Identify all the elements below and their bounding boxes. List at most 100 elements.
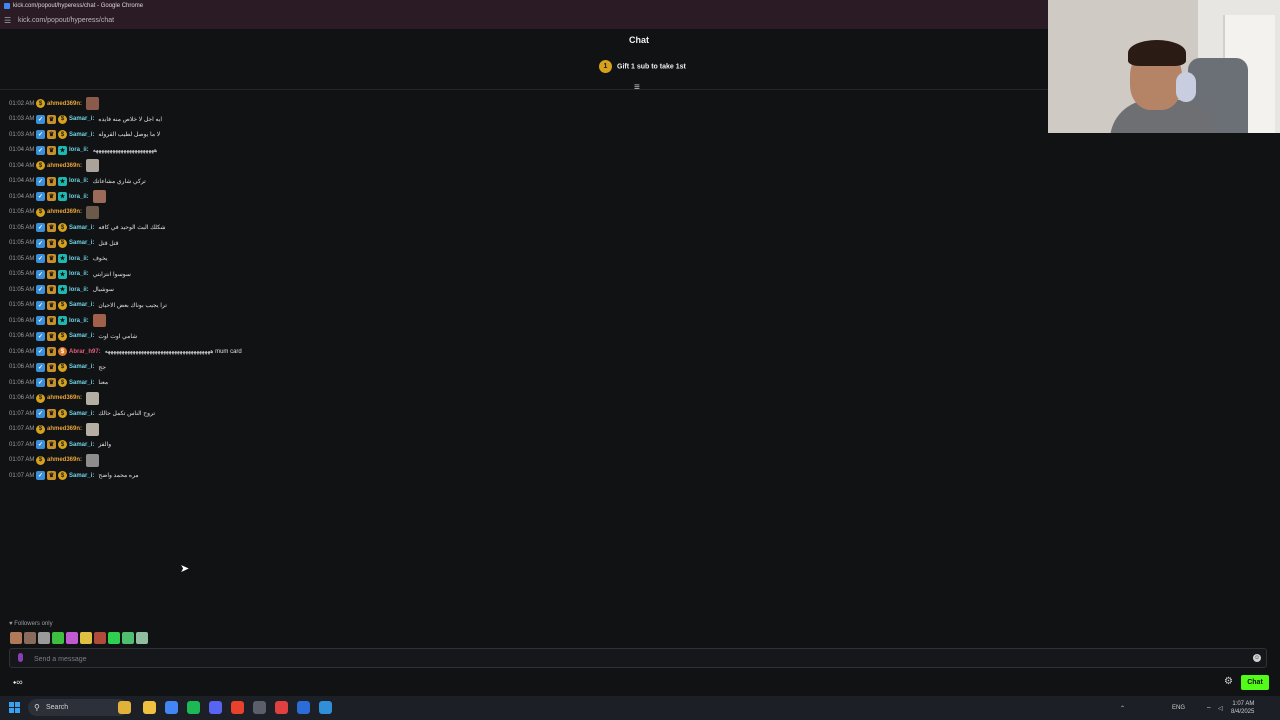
- sub-badge-icon[interactable]: $: [58, 223, 67, 233]
- verified-badge-icon[interactable]: ✓: [36, 130, 45, 140]
- gift-badge-icon[interactable]: ★: [58, 254, 67, 264]
- language-indicator[interactable]: ENG: [1172, 705, 1185, 711]
- crown-badge-icon[interactable]: ♛: [47, 331, 56, 341]
- verified-badge-icon[interactable]: ✓: [36, 223, 45, 233]
- sub-badge-icon[interactable]: $: [36, 161, 45, 171]
- chat-input-box[interactable]: ☺: [9, 648, 1267, 668]
- sub-badge-icon[interactable]: $: [58, 471, 67, 481]
- quick-emote-icon[interactable]: [94, 632, 106, 644]
- crown-badge-icon[interactable]: ♛: [47, 471, 56, 481]
- verified-badge-icon[interactable]: ✓: [36, 114, 45, 124]
- chat-message-input[interactable]: [32, 652, 1236, 666]
- link-icon[interactable]: ⬩∞: [13, 677, 23, 688]
- message-username[interactable]: lora_ii:: [69, 178, 89, 184]
- gift-badge-icon[interactable]: ★: [58, 316, 67, 326]
- crown-badge-icon[interactable]: ♛: [47, 269, 56, 279]
- gift-badge-icon[interactable]: ★: [58, 145, 67, 155]
- gift-badge-icon[interactable]: ★: [58, 269, 67, 279]
- message-username[interactable]: Samar_i:: [69, 116, 94, 122]
- crown-badge-icon[interactable]: ♛: [47, 192, 56, 202]
- quick-emote-icon[interactable]: [66, 632, 78, 644]
- taskbar-app-icon[interactable]: [319, 701, 332, 714]
- message-username[interactable]: lora_ii:: [69, 194, 89, 200]
- emote-image[interactable]: [86, 205, 100, 219]
- emote-image[interactable]: [92, 314, 106, 328]
- verified-badge-icon[interactable]: ✓: [36, 409, 45, 419]
- crown-badge-icon[interactable]: ♛: [47, 285, 56, 295]
- sub-badge-icon[interactable]: $: [58, 347, 67, 357]
- taskbar-app-icon[interactable]: [165, 701, 178, 714]
- sub-badge-icon[interactable]: $: [58, 409, 67, 419]
- gift-badge-icon[interactable]: ★: [58, 192, 67, 202]
- emote-image[interactable]: [86, 391, 100, 405]
- quick-emote-icon[interactable]: [10, 632, 22, 644]
- verified-badge-icon[interactable]: ✓: [36, 192, 45, 202]
- message-username[interactable]: ahmed369n:: [47, 426, 82, 432]
- gift-sub-banner[interactable]: 1 Gift 1 sub to take 1st: [599, 60, 686, 74]
- taskbar-search-box[interactable]: ⚲ Search: [28, 699, 128, 716]
- quick-emote-icon[interactable]: [80, 632, 92, 644]
- microphone-icon[interactable]: [18, 653, 23, 662]
- crown-badge-icon[interactable]: ♛: [47, 176, 56, 186]
- url-text[interactable]: kick.com/popout/hyperess/chat: [18, 12, 114, 29]
- taskbar-app-icon[interactable]: [231, 701, 244, 714]
- message-username[interactable]: lora_ii:: [69, 147, 89, 153]
- quick-emote-icon[interactable]: [136, 632, 148, 644]
- verified-badge-icon[interactable]: ✓: [36, 285, 45, 295]
- verified-badge-icon[interactable]: ✓: [36, 269, 45, 279]
- quick-emote-icon[interactable]: [38, 632, 50, 644]
- message-username[interactable]: lora_ii:: [69, 256, 89, 262]
- sub-badge-icon[interactable]: $: [58, 378, 67, 388]
- taskbar-app-icon[interactable]: [209, 701, 222, 714]
- sub-badge-icon[interactable]: $: [58, 114, 67, 124]
- quick-emote-icon[interactable]: [52, 632, 64, 644]
- message-username[interactable]: ahmed369n:: [47, 163, 82, 169]
- message-username[interactable]: Samar_i:: [69, 225, 94, 231]
- message-username[interactable]: Samar_i:: [69, 380, 94, 386]
- site-info-icon[interactable]: ☰: [4, 12, 11, 29]
- verified-badge-icon[interactable]: ✓: [36, 254, 45, 264]
- message-username[interactable]: lora_ii:: [69, 271, 89, 277]
- verified-badge-icon[interactable]: ✓: [36, 300, 45, 310]
- verified-badge-icon[interactable]: ✓: [36, 362, 45, 372]
- emote-image[interactable]: [86, 453, 100, 467]
- message-username[interactable]: Samar_i:: [69, 442, 94, 448]
- settings-gear-icon[interactable]: ⚙: [1224, 676, 1233, 687]
- crown-badge-icon[interactable]: ♛: [47, 316, 56, 326]
- wifi-icon[interactable]: ⌔: [1206, 705, 1212, 713]
- sub-badge-icon[interactable]: $: [36, 393, 45, 403]
- sub-badge-icon[interactable]: $: [36, 99, 45, 109]
- message-username[interactable]: Samar_i:: [69, 333, 94, 339]
- verified-badge-icon[interactable]: ✓: [36, 471, 45, 481]
- crown-badge-icon[interactable]: ♛: [47, 440, 56, 450]
- sub-badge-icon[interactable]: $: [58, 130, 67, 140]
- taskbar-app-icon[interactable]: [275, 701, 288, 714]
- message-username[interactable]: ahmed369n:: [47, 101, 82, 107]
- verified-badge-icon[interactable]: ✓: [36, 176, 45, 186]
- message-username[interactable]: ahmed369n:: [47, 457, 82, 463]
- sub-badge-icon[interactable]: $: [36, 207, 45, 217]
- verified-badge-icon[interactable]: ✓: [36, 347, 45, 357]
- tray-chevron-icon[interactable]: ⌃: [1120, 705, 1125, 712]
- taskbar-app-icon[interactable]: [118, 701, 131, 714]
- crown-badge-icon[interactable]: ♛: [47, 238, 56, 248]
- crown-badge-icon[interactable]: ♛: [47, 300, 56, 310]
- taskbar-app-icon[interactable]: [253, 701, 266, 714]
- crown-badge-icon[interactable]: ♛: [47, 114, 56, 124]
- emote-image[interactable]: [92, 190, 106, 204]
- crown-badge-icon[interactable]: ♛: [47, 378, 56, 388]
- sub-badge-icon[interactable]: $: [36, 455, 45, 465]
- verified-badge-icon[interactable]: ✓: [36, 331, 45, 341]
- message-username[interactable]: lora_ii:: [69, 287, 89, 293]
- taskbar-app-icon[interactable]: [143, 701, 156, 714]
- quick-emote-icon[interactable]: [108, 632, 120, 644]
- taskbar-app-icon[interactable]: [187, 701, 200, 714]
- crown-badge-icon[interactable]: ♛: [47, 362, 56, 372]
- crown-badge-icon[interactable]: ♛: [47, 130, 56, 140]
- sub-badge-icon[interactable]: $: [58, 440, 67, 450]
- crown-badge-icon[interactable]: ♛: [47, 409, 56, 419]
- message-username[interactable]: ahmed369n:: [47, 395, 82, 401]
- gift-badge-icon[interactable]: ★: [58, 285, 67, 295]
- volume-icon[interactable]: ◁: [1218, 705, 1223, 712]
- sub-badge-icon[interactable]: $: [58, 362, 67, 372]
